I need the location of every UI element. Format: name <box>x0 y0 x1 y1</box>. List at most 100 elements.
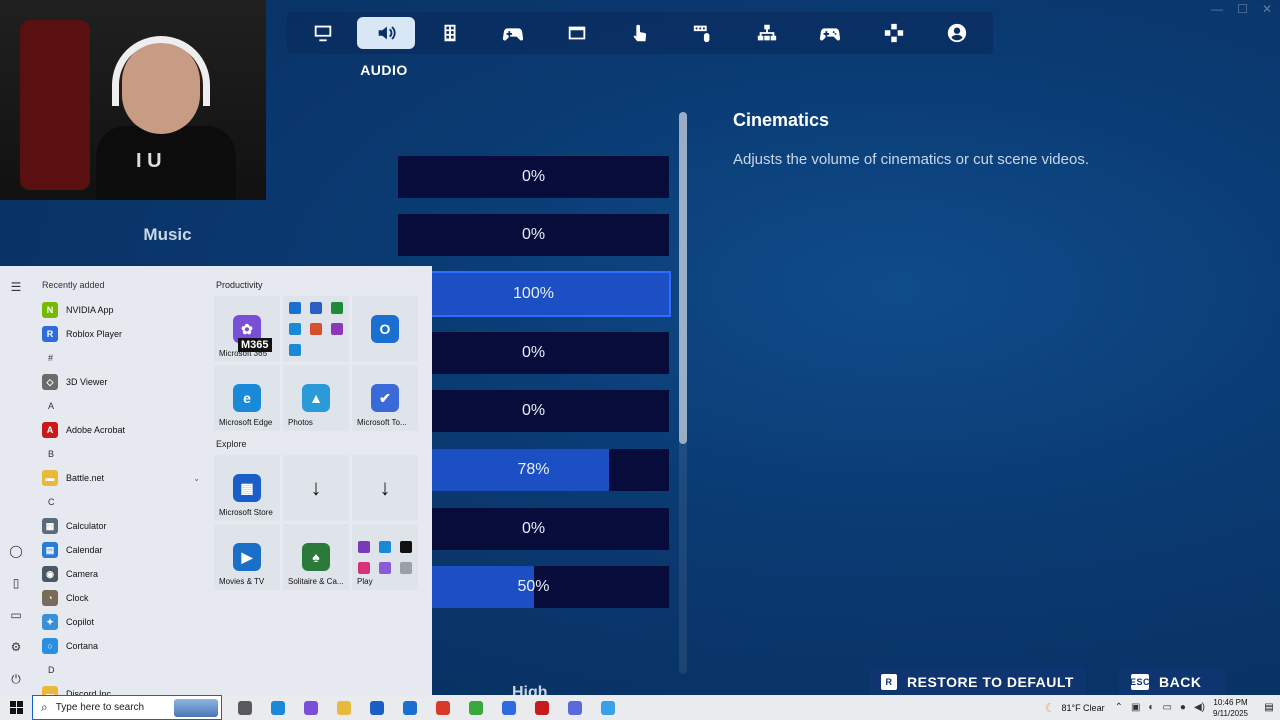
app-tile[interactable]: ✔ Microsoft To... <box>352 365 418 431</box>
taskbar-search[interactable]: ⌕ Type here to search <box>32 695 222 720</box>
close-button[interactable]: ✕ <box>1262 2 1272 16</box>
tab-controller[interactable] <box>801 17 859 49</box>
network-tray-icon[interactable]: ◐ <box>1148 702 1154 713</box>
tab-accessibility[interactable] <box>421 17 479 49</box>
windows-logo-icon <box>9 701 23 714</box>
monitor-icon <box>314 25 331 42</box>
scrollbar-thumb[interactable] <box>679 112 687 444</box>
app-tile[interactable]: ♠ Solitaire & Ca... <box>283 524 349 590</box>
back-button[interactable]: ESC BACK <box>1119 668 1226 696</box>
pinned-app-icon[interactable] <box>492 695 525 720</box>
volume-slider[interactable]: 100% <box>396 271 671 317</box>
microphone-icon[interactable]: ● <box>1180 702 1186 713</box>
documents-icon[interactable]: ▯ <box>9 576 23 590</box>
app-list-item[interactable]: ○ Cortana <box>34 634 206 658</box>
tray-app-icon[interactable]: ▣ <box>1131 702 1140 713</box>
user-account-icon[interactable]: ◯ <box>9 544 23 558</box>
volume-slider[interactable]: 0% <box>398 508 669 550</box>
app-tile[interactable] <box>283 296 349 362</box>
settings-gear-icon[interactable]: ⚙ <box>9 640 23 654</box>
tab-keyboard-mouse[interactable] <box>674 17 732 49</box>
app-tile[interactable]: ▶ Movies & TV <box>214 524 280 590</box>
app-list-item[interactable]: A Adobe Acrobat <box>34 418 206 442</box>
app-tile[interactable]: ▦ Microsoft Store <box>214 455 280 521</box>
app-list-letter[interactable]: # <box>34 346 206 370</box>
app-tile[interactable]: O <box>352 296 418 362</box>
download-icon: ↓ <box>379 475 391 500</box>
pinned-app-icon[interactable] <box>228 695 261 720</box>
grid-icon <box>444 24 456 42</box>
app-icon: ▦ <box>42 518 58 534</box>
notification-icon[interactable]: ▤ <box>1258 702 1280 713</box>
keyboard-mouse-icon <box>694 25 710 43</box>
app-list-item[interactable]: ▤ Calendar <box>34 538 206 562</box>
app-tile[interactable]: Play <box>352 524 418 590</box>
taskbar: ⌕ Type here to search ☾ 81°F Clear ⌃ ▣ ◐… <box>0 695 1280 720</box>
pinned-app-icon[interactable] <box>327 695 360 720</box>
pinned-app-icon[interactable] <box>360 695 393 720</box>
app-folder-icon <box>358 540 412 574</box>
minimize-button[interactable]: — <box>1211 2 1223 16</box>
app-tile[interactable]: ↓ <box>283 455 349 521</box>
weather-widget[interactable]: ☾ 81°F Clear <box>1045 701 1105 715</box>
app-list-item[interactable]: N NVIDIA App <box>34 298 206 322</box>
tab-video[interactable] <box>294 17 352 49</box>
pinned-app-icon[interactable] <box>525 695 558 720</box>
pinned-app-icon[interactable] <box>294 695 327 720</box>
volume-slider[interactable]: 0% <box>398 214 669 256</box>
slider-value: 78% <box>517 461 550 478</box>
volume-slider[interactable]: 0% <box>398 156 669 198</box>
chevron-up-icon[interactable]: ⌃ <box>1115 702 1123 713</box>
tab-audio[interactable] <box>357 17 416 49</box>
volume-slider[interactable]: 78% <box>398 449 669 491</box>
pinned-app-icon[interactable] <box>261 695 294 720</box>
app-list-letter[interactable]: B <box>34 442 206 466</box>
headset <box>112 36 210 106</box>
pinned-app-icon[interactable] <box>591 695 624 720</box>
app-list-letter[interactable]: C <box>34 490 206 514</box>
app-list-item[interactable]: R Roblox Player <box>34 322 206 346</box>
app-tile[interactable]: ▲ Photos <box>283 365 349 431</box>
tab-touch[interactable] <box>611 17 669 49</box>
app-icon: ▤ <box>42 542 58 558</box>
app-tile[interactable]: ✿ M365 Microsoft 365 <box>214 296 280 362</box>
tab-controller-binds[interactable] <box>738 17 796 49</box>
app-tile[interactable]: ↓ <box>352 455 418 521</box>
volume-slider[interactable]: 0% <box>398 332 669 374</box>
clock[interactable]: 10:46 PM 9/11/2025 <box>1213 697 1248 719</box>
app-list-item[interactable]: ◔ Clock <box>34 586 206 610</box>
app-list-item[interactable]: ◇ 3D Viewer <box>34 370 206 394</box>
back-label: BACK <box>1159 674 1202 690</box>
pinned-app-icon[interactable] <box>459 695 492 720</box>
start-button[interactable] <box>0 695 32 720</box>
volume-slider[interactable]: 50% <box>398 566 669 608</box>
controller-settings-icon <box>502 28 524 41</box>
power-icon[interactable]: ⏻ <box>9 672 23 686</box>
app-label: Cortana <box>66 641 99 651</box>
tab-input[interactable] <box>484 17 542 49</box>
pinned-app-icon[interactable] <box>426 695 459 720</box>
display-tray-icon[interactable]: ▭ <box>1162 702 1171 713</box>
volume-slider[interactable]: 0% <box>398 390 669 432</box>
app-list-item[interactable]: ▦ Calculator <box>34 514 206 538</box>
tab-game[interactable] <box>865 17 923 49</box>
restore-default-button[interactable]: R RESTORE TO DEFAULT <box>869 668 1086 696</box>
hamburger-menu-icon[interactable]: ☰ <box>9 280 23 294</box>
tab-hud[interactable] <box>548 17 606 49</box>
tab-account[interactable] <box>928 17 986 49</box>
start-menu: ☰ ◯ ▯ ▭ ⚙ ⏻ Recently added N NVIDIA App R R… <box>0 266 432 695</box>
pictures-icon[interactable]: ▭ <box>9 608 23 622</box>
pinned-app-icon[interactable] <box>558 695 591 720</box>
volume-icon[interactable]: ◀) <box>1194 702 1205 713</box>
app-icon: ✦ <box>42 614 58 630</box>
pinned-app-icon[interactable] <box>393 695 426 720</box>
app-list-letter[interactable]: D <box>34 658 206 682</box>
app-list-item[interactable]: ✦ Copilot <box>34 610 206 634</box>
app-tile[interactable]: e Microsoft Edge <box>214 365 280 431</box>
app-list-item[interactable]: ▬ Battle.net ⌄ <box>34 466 206 490</box>
chevron-down-icon[interactable]: ⌄ <box>193 474 200 483</box>
app-list-letter[interactable]: A <box>34 394 206 418</box>
app-list-item[interactable]: ▬ Discord Inc ⌄ <box>34 682 206 695</box>
app-list-item[interactable]: ◉ Camera <box>34 562 206 586</box>
maximize-button[interactable]: ☐ <box>1237 2 1248 16</box>
